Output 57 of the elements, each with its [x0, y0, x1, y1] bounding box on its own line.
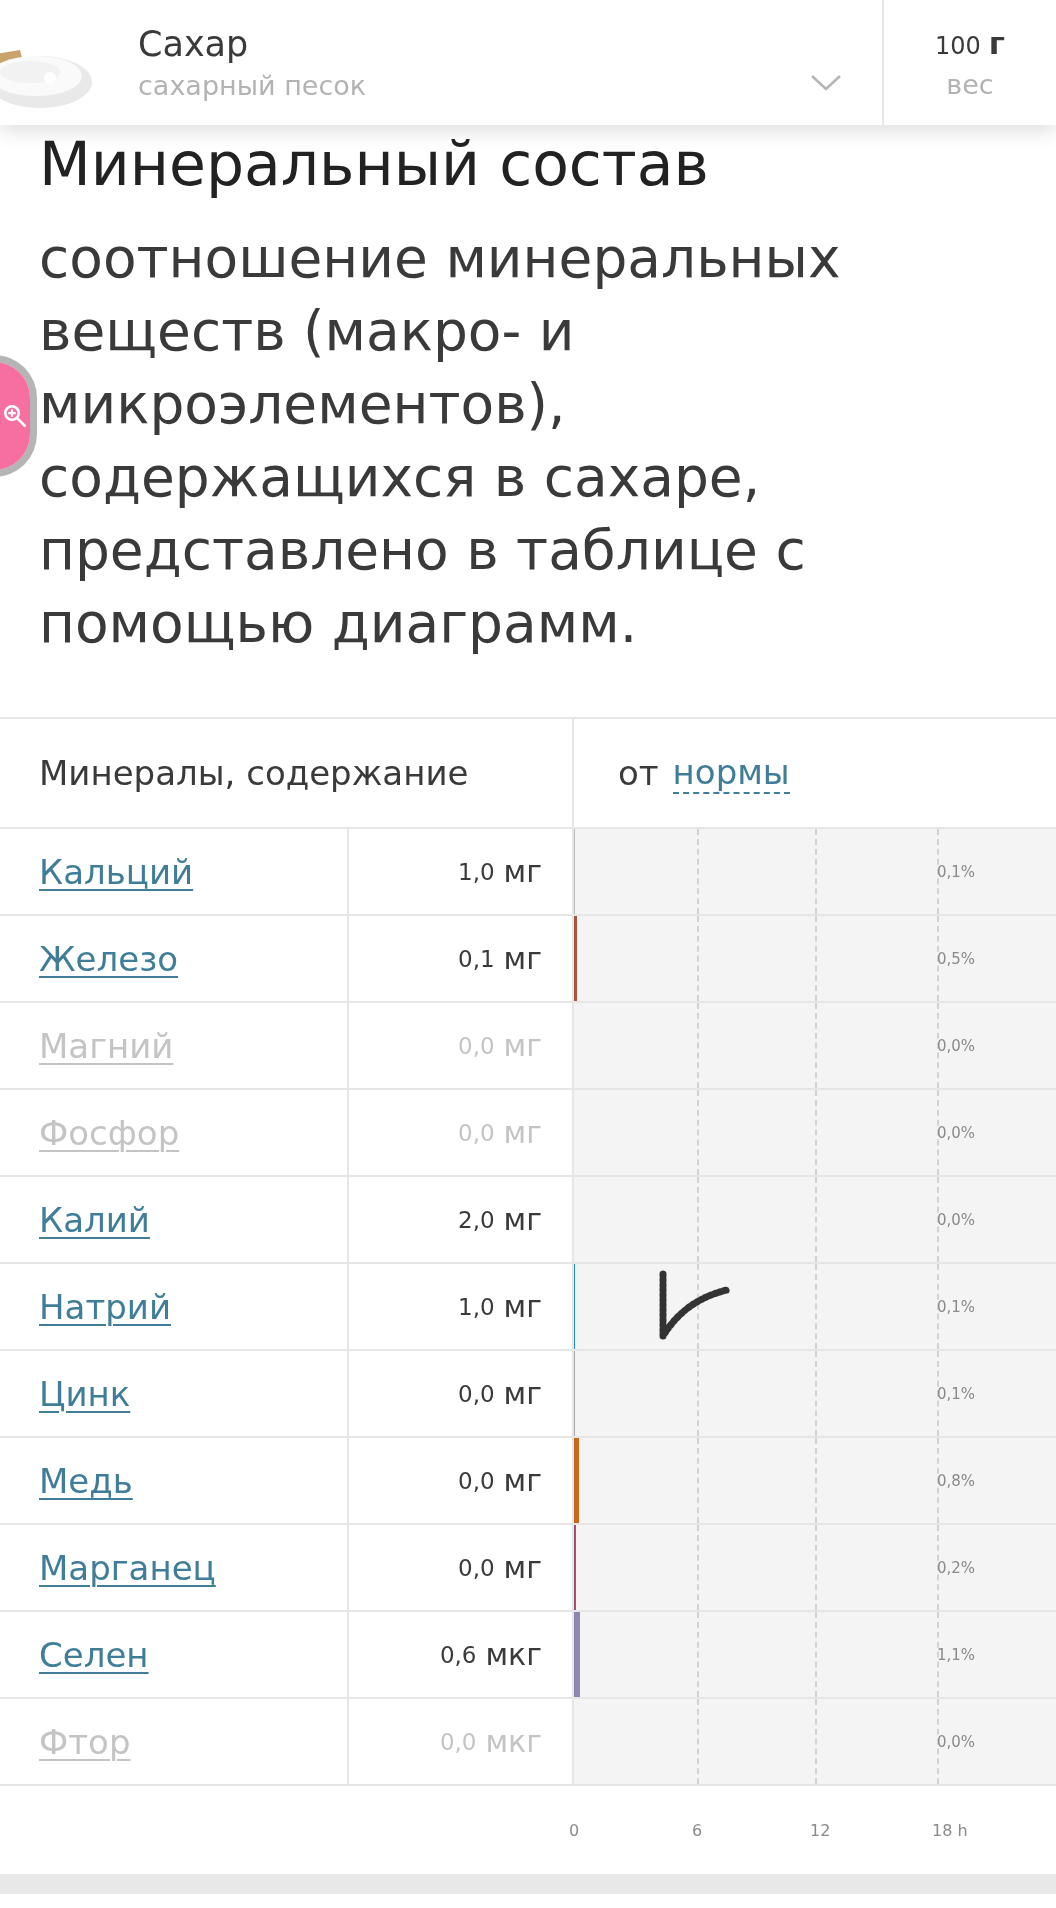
section-description: соотношение минеральных веществ (макро- и микроэлементов), содержащихся в сахаре, представлено в таблице с помощью диаграмм.	[39, 225, 842, 657]
mineral-link[interactable]: Марганец	[39, 1547, 216, 1588]
column-header: от	[618, 753, 659, 793]
amount-unit: мг	[503, 1028, 542, 1063]
amount-unit: мг	[503, 1550, 542, 1585]
amount-unit: мг	[503, 854, 542, 889]
amount-unit: мкг	[485, 1637, 542, 1672]
zoom-in-icon	[3, 404, 27, 428]
axis-tick-label: 12	[810, 1820, 831, 1840]
mineral-link[interactable]: Цинк	[39, 1373, 131, 1414]
mineral-link[interactable]: Калий	[39, 1199, 150, 1240]
norm-percent: 0,2%	[937, 1558, 976, 1577]
amount-value: 0,1	[458, 945, 495, 972]
amount-value: 0,0	[439, 1728, 477, 1755]
product-title: Сахар	[138, 23, 250, 65]
norm-link[interactable]: нормы	[672, 751, 790, 795]
section-title: Минеральный состав	[39, 128, 710, 200]
mineral-link[interactable]: Селен	[39, 1634, 149, 1675]
mineral-link[interactable]: Медь	[39, 1460, 133, 1501]
norm-percent: 0,0%	[937, 1732, 976, 1751]
amount-value: 0,0	[458, 1467, 495, 1494]
mineral-link[interactable]: Железо	[39, 938, 179, 979]
axis-tick-label: 6	[692, 1820, 703, 1840]
weight-label: вес	[946, 69, 994, 100]
amount-unit: мг	[503, 1376, 542, 1411]
amount-value: 1,0	[458, 1293, 495, 1320]
mineral-link[interactable]: Кальций	[39, 851, 194, 892]
amount-value: 2,0	[458, 1206, 495, 1233]
amount-value: 0,0	[458, 1032, 495, 1059]
norm-percent: 0,8%	[937, 1471, 976, 1490]
weight-value[interactable]: 100	[935, 32, 981, 60]
norm-percent: 1,1%	[937, 1645, 976, 1664]
amount-value: 1,0	[458, 858, 495, 885]
amount-unit: мг	[503, 941, 542, 976]
amount-unit: мг	[503, 1202, 542, 1237]
norm-percent: 0,5%	[937, 949, 976, 968]
weight-unit: г	[988, 25, 1005, 61]
norm-percent: 0,0%	[937, 1210, 976, 1229]
norm-percent: 0,1%	[937, 862, 976, 881]
axis-tick-label: 0	[569, 1820, 580, 1840]
chevron-down-icon[interactable]	[810, 73, 842, 92]
norm-percent: 0,0%	[937, 1036, 976, 1055]
amount-unit: мкг	[485, 1724, 542, 1759]
mineral-link[interactable]: Натрий	[39, 1286, 171, 1327]
amount-value: 0,0	[458, 1119, 495, 1146]
amount-unit: мг	[503, 1115, 542, 1150]
column-header: Минералы, содержание	[39, 753, 469, 793]
amount-unit: мг	[503, 1463, 542, 1498]
norm-percent: 0,1%	[937, 1297, 976, 1316]
norm-percent: 0,1%	[937, 1384, 976, 1403]
axis-tick-label: 18 h	[932, 1820, 968, 1840]
amount-value: 0,6	[439, 1641, 477, 1668]
amount-unit: мг	[503, 1289, 542, 1324]
amount-value: 0,0	[458, 1380, 495, 1407]
product-subtitle: сахарный песок	[138, 70, 368, 102]
amount-value: 0,0	[458, 1554, 495, 1581]
norm-percent: 0,0%	[937, 1123, 976, 1142]
